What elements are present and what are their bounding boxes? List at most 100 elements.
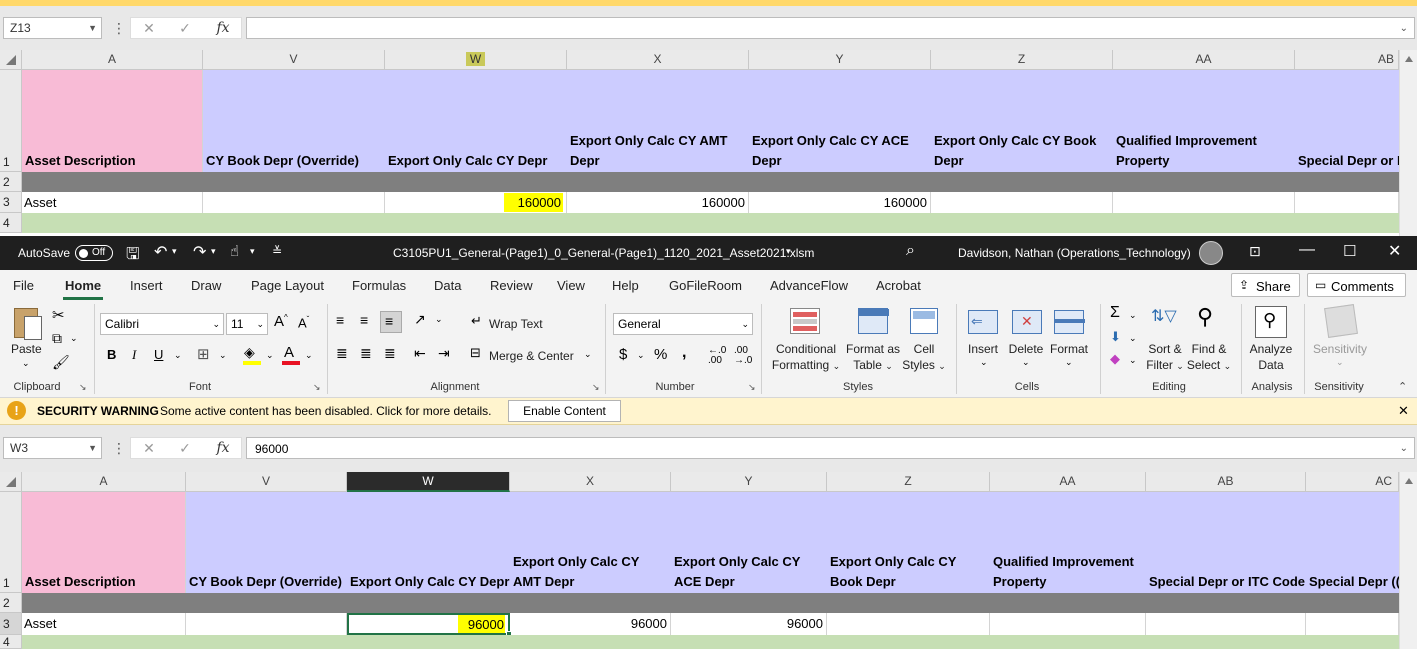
tab-home[interactable]: Home [65,278,101,293]
cell-v1[interactable]: CY Book Depr (Override) [203,70,385,172]
tab-gofileroom[interactable]: GoFileRoom [669,278,742,293]
row-header-2[interactable]: 2 [0,593,22,613]
align-bottom-icon[interactable]: ≡ [380,311,402,333]
cell-ab3[interactable] [1146,613,1306,635]
delete-cells-icon[interactable]: ✕ [1012,310,1042,334]
cell-aa3[interactable] [1113,192,1295,213]
format-painter-icon[interactable]: 🖌 [52,354,70,371]
chevron-down-icon[interactable]: ▾ [250,246,255,257]
col-header-ab[interactable]: AB [1146,472,1306,492]
percent-icon[interactable]: % [654,346,667,363]
select-all-corner[interactable] [0,472,22,492]
copy-icon[interactable]: ⧉ [52,330,62,347]
cell-styles-icon[interactable] [910,308,938,334]
col-header-y[interactable]: Y [749,50,931,70]
col-header-aa[interactable]: AA [990,472,1146,492]
col-header-v[interactable]: V [203,50,385,70]
chevron-down-icon[interactable]: ⌄ [980,357,988,368]
cell-v1[interactable]: CY Book Depr (Override) [186,492,347,593]
chevron-down-icon[interactable]: ⌄ [256,314,264,334]
tab-acrobat[interactable]: Acrobat [876,278,921,293]
col-header-z[interactable]: Z [827,472,990,492]
cell-y1[interactable]: Export Only Calc CY ACE Depr [749,70,931,172]
analyze-data-icon[interactable]: ⚲ [1255,306,1287,338]
tab-review[interactable]: Review [490,278,533,293]
undo-icon[interactable]: ↶ [154,242,167,262]
clear-icon[interactable]: ◆ [1110,351,1120,367]
cell-a3[interactable]: Asset [22,613,186,635]
decrease-indent-icon[interactable]: ⇤ [414,345,426,362]
format-cells-button[interactable]: Format [1047,342,1091,356]
maximize-icon[interactable]: ☐ [1343,242,1356,260]
avatar[interactable] [1199,241,1223,265]
cell-ac1[interactable]: Special Depr (( [1306,492,1399,593]
col-header-w[interactable]: W [347,472,510,492]
chevron-down-icon[interactable]: ⌄ [1400,18,1408,40]
dialog-launcher-icon[interactable]: ↘ [748,382,756,393]
top-name-box[interactable]: Z13 ▼ [3,17,102,39]
underline-icon[interactable]: U [154,347,163,362]
format-as-table-button[interactable]: Format as Table ⌄ [842,341,904,374]
cell-ab3[interactable] [1295,192,1399,213]
save-icon[interactable]: 🖫 [126,243,140,270]
chevron-down-icon[interactable]: ▾ [172,246,177,257]
share-button[interactable]: ⇪ Share [1231,273,1300,297]
collapse-ribbon-icon[interactable]: ⌃ [1398,380,1407,393]
chevron-down-icon[interactable]: ⌄ [212,314,220,334]
bottom-name-box[interactable]: W3 ▼ [3,437,102,459]
cell-ac3[interactable] [1306,613,1399,635]
wrap-text-icon[interactable]: ↵ [471,313,482,329]
chevron-down-icon[interactable]: ⌄ [266,350,274,361]
orientation-icon[interactable]: ↗ [414,311,426,328]
cell-x3[interactable]: 96000 [510,613,671,635]
tab-advanceflow[interactable]: AdvanceFlow [770,278,848,293]
tab-help[interactable]: Help [612,278,639,293]
dialog-launcher-icon[interactable]: ↘ [79,382,87,393]
chevron-down-icon[interactable]: ⌄ [1129,310,1137,321]
enter-icon[interactable]: ✓ [175,436,195,460]
cell-w1[interactable]: Export Only Calc CY Depr [347,492,510,593]
chevron-down-icon[interactable]: ⌄ [174,350,182,361]
chevron-down-icon[interactable]: ⌄ [22,358,30,369]
chevron-down-icon[interactable]: ⌄ [1022,357,1030,368]
dialog-launcher-icon[interactable]: ↘ [313,382,321,393]
col-header-a[interactable]: A [22,50,203,70]
chevron-down-icon[interactable]: ▾ [211,246,216,257]
paste-button[interactable]: Paste [11,342,42,356]
cell-aa1[interactable]: Qualified Improvement Property [1113,70,1295,172]
enable-content-button[interactable]: Enable Content [508,400,621,422]
decrease-decimal-icon[interactable]: .00 →.0 [734,346,752,366]
cell-z1[interactable]: Export Only Calc CY Book Depr [827,492,990,593]
bottom-vertical-scrollbar[interactable] [1399,472,1417,649]
format-cells-icon[interactable] [1054,310,1085,334]
search-icon[interactable]: ⌕ [906,242,915,260]
increase-font-icon[interactable]: A^ [274,313,288,330]
sort-filter-button[interactable]: Sort & Filter ⌄ [1143,341,1187,374]
row-header-4[interactable]: 4 [0,635,22,649]
col-header-v[interactable]: V [186,472,347,492]
merge-center-icon[interactable]: ⊟ [470,345,481,361]
col-header-y[interactable]: Y [671,472,827,492]
comments-button[interactable]: ▭ Comments [1307,273,1406,297]
fill-icon[interactable]: ⬇ [1110,329,1121,345]
chevron-down-icon[interactable]: ⌄ [1400,438,1408,460]
cell-a1[interactable]: Asset Description [22,70,203,172]
ribbon-display-icon[interactable]: ⊡ [1249,243,1261,260]
increase-indent-icon[interactable]: ⇥ [438,345,450,362]
autosum-icon[interactable]: Σ [1110,304,1120,322]
chevron-down-icon[interactable]: ⌄ [305,350,313,361]
tab-draw[interactable]: Draw [191,278,221,293]
cell-ab1[interactable]: Special Depr or ITC Code [1146,492,1306,593]
paste-icon[interactable] [10,306,42,340]
dialog-launcher-icon[interactable]: ↘ [592,382,600,393]
tab-data[interactable]: Data [434,278,461,293]
col-header-a[interactable]: A [22,472,186,492]
row-header-1[interactable]: 1 [0,492,22,593]
more-options-icon[interactable]: ⋮ [112,438,126,458]
tab-file[interactable]: File [13,278,34,293]
cell-ab1[interactable]: Special Depr or I [1295,70,1399,172]
col-header-w[interactable]: W [385,50,567,70]
font-color-icon[interactable]: A [284,344,294,361]
tab-formulas[interactable]: Formulas [352,278,406,293]
cell-v3[interactable] [186,613,347,635]
